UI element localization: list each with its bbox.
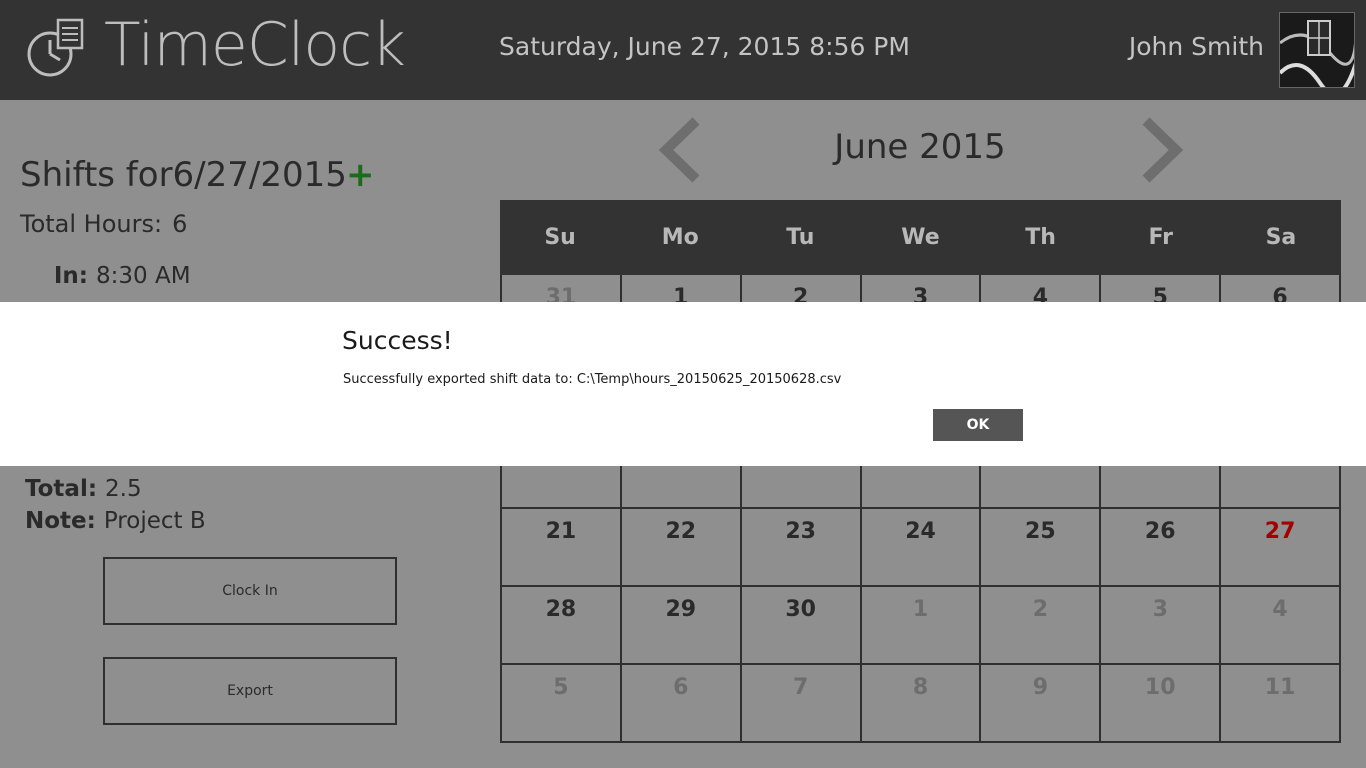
calendar-week-row: 5 6 7 8 9 10 11 bbox=[500, 665, 1342, 743]
calendar-week-row: 21 22 23 24 25 26 27 bbox=[500, 509, 1342, 587]
shifts-title: Shifts for6/27/2015 bbox=[20, 155, 347, 195]
app-title: TimeClock bbox=[104, 10, 406, 80]
weekday-header: Sa bbox=[1265, 225, 1297, 250]
total-label: Total: bbox=[25, 476, 98, 502]
calendar-day[interactable]: 23 bbox=[739, 509, 860, 585]
avatar[interactable] bbox=[1279, 12, 1355, 88]
calendar-day[interactable]: 7 bbox=[739, 665, 860, 741]
calendar-day[interactable]: 3 bbox=[1099, 587, 1219, 663]
total-value: 2.5 bbox=[105, 476, 142, 502]
total-hours-value: 6 bbox=[172, 210, 188, 238]
dialog-message: Successfully exported shift data to: C:\… bbox=[343, 372, 842, 387]
calendar-day[interactable]: 1 bbox=[859, 587, 980, 663]
calendar-day[interactable]: 8 bbox=[859, 665, 980, 741]
weekday-header: We bbox=[901, 225, 940, 250]
note-label: Note: bbox=[25, 508, 96, 534]
dialog-title: Success! bbox=[342, 326, 453, 355]
calendar-day[interactable]: 6 bbox=[619, 665, 740, 741]
weekday-header: Mo bbox=[661, 225, 699, 250]
in-value: 8:30 AM bbox=[96, 263, 191, 289]
calendar-day-today[interactable]: 27 bbox=[1219, 509, 1342, 585]
calendar-day[interactable]: 30 bbox=[739, 587, 860, 663]
app-header: TimeClock Saturday, June 27, 2015 8:56 P… bbox=[0, 0, 1366, 100]
weekday-header: Tu bbox=[786, 225, 815, 250]
calendar-day[interactable]: 25 bbox=[979, 509, 1099, 585]
note-value: Project B bbox=[103, 508, 206, 534]
calendar-month-title: June 2015 bbox=[834, 127, 1006, 167]
add-shift-icon[interactable]: + bbox=[346, 158, 375, 192]
clock-icon bbox=[27, 18, 84, 77]
calendar-day[interactable]: 29 bbox=[619, 587, 740, 663]
calendar-day[interactable]: 5 bbox=[500, 665, 620, 741]
calendar-day[interactable]: 28 bbox=[500, 587, 620, 663]
shift-in-row: In: 8:30 AM bbox=[20, 263, 191, 289]
avatar-image bbox=[1280, 13, 1354, 87]
shift-note-row: Note: Project B bbox=[25, 508, 206, 534]
calendar-day[interactable]: 11 bbox=[1219, 665, 1342, 741]
chevron-left-icon[interactable] bbox=[650, 115, 710, 185]
in-label: In: bbox=[53, 263, 88, 289]
ok-button[interactable]: OK bbox=[933, 409, 1023, 441]
shift-total-row: Total: 2.5 bbox=[25, 476, 142, 502]
calendar-weekday-header: Su Mo Tu We Th Fr Sa bbox=[500, 200, 1341, 275]
calendar-day[interactable]: 2 bbox=[979, 587, 1099, 663]
calendar-grid: SuMoTuWeThFrSa 3112345678910111213141516… bbox=[500, 200, 1342, 743]
calendar-day[interactable]: 26 bbox=[1099, 509, 1219, 585]
calendar-week-row: 28 29 30 1 2 3 4 bbox=[500, 587, 1342, 665]
calendar-day[interactable]: 4 bbox=[1219, 587, 1342, 663]
success-dialog: Success! Successfully exported shift dat… bbox=[0, 302, 1366, 466]
clock-in-button[interactable]: Clock In bbox=[103, 557, 397, 625]
weekday-header: Su bbox=[544, 225, 576, 250]
weekday-header: Fr bbox=[1148, 225, 1174, 250]
total-hours: Total Hours: 6 bbox=[20, 210, 187, 238]
total-hours-label: Total Hours: bbox=[20, 210, 163, 238]
calendar-day[interactable]: 24 bbox=[859, 509, 980, 585]
calendar-day[interactable]: 9 bbox=[979, 665, 1099, 741]
current-datetime: Saturday, June 27, 2015 8:56 PM bbox=[499, 32, 910, 61]
chevron-right-icon[interactable] bbox=[1132, 115, 1192, 185]
calendar-day[interactable]: 21 bbox=[500, 509, 620, 585]
weekday-header: Th bbox=[1025, 225, 1056, 250]
calendar-day[interactable]: 10 bbox=[1099, 665, 1219, 741]
user-name: John Smith bbox=[1128, 32, 1264, 61]
export-button[interactable]: Export bbox=[103, 657, 397, 725]
calendar-day[interactable]: 22 bbox=[619, 509, 740, 585]
